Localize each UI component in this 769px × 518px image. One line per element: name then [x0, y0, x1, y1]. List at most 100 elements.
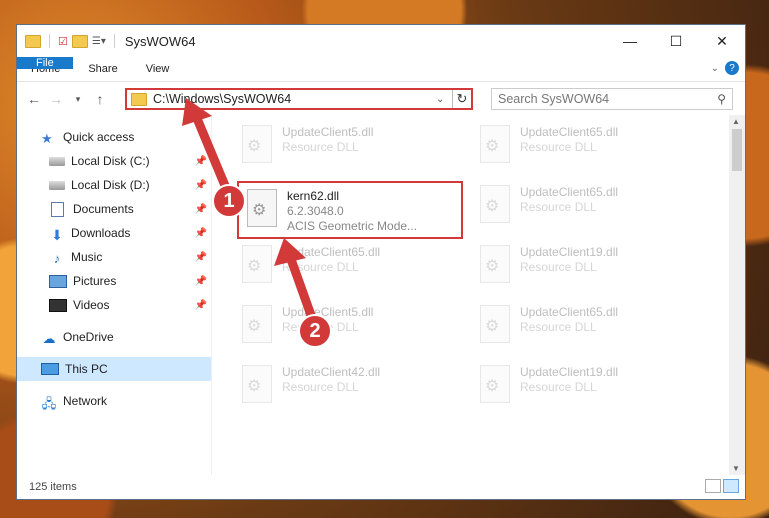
view-switcher [705, 479, 739, 493]
pin-icon[interactable]: 📌 [195, 228, 207, 239]
dll-file-icon: ⚙ [480, 185, 510, 223]
star-icon: ★ [41, 130, 53, 146]
search-icon: ⚲ [717, 92, 726, 106]
sidebar-item-label: Quick access [63, 130, 135, 144]
file-name: kern62.dll [287, 189, 340, 203]
computer-icon [41, 363, 59, 375]
sidebar-item-label: Downloads [71, 226, 131, 240]
sidebar-item-network[interactable]: 🖧 Network [17, 389, 211, 413]
customize-toolbar-icon[interactable]: ☰▾ [92, 36, 106, 47]
close-button[interactable]: ✕ [699, 25, 745, 57]
file-description: ACIS Geometric Mode... [287, 219, 418, 233]
scrollbar-thumb[interactable] [732, 129, 742, 171]
pin-icon[interactable]: 📌 [195, 204, 207, 215]
sidebar-item-label: Videos [73, 298, 110, 312]
window-title: SysWOW64 [124, 33, 196, 49]
navigation-bar: ← → ▾ ↑ C:\Windows\SysWOW64 ⌄ ↻ Search S… [17, 82, 745, 116]
pin-icon[interactable]: 📌 [195, 252, 207, 263]
download-icon: ⬇ [51, 226, 63, 243]
list-item[interactable]: ⚙ UpdateClient19.dll Resource DLL [480, 245, 618, 283]
list-item[interactable]: ⚙ UpdateClient65.dll Resource DLL [480, 305, 618, 343]
address-path[interactable]: C:\Windows\SysWOW64 [153, 92, 436, 106]
refresh-icon[interactable]: ↻ [452, 90, 471, 108]
expand-ribbon-icon[interactable]: ⌄ [711, 63, 719, 74]
dll-file-icon: ⚙ [242, 305, 272, 343]
minimize-button[interactable]: — [607, 25, 653, 57]
sidebar-item-label: Music [71, 250, 103, 264]
file-list: ⚙ UpdateClient5.dll Resource DLL ⚙ Update… [212, 115, 745, 475]
scroll-down-icon[interactable]: ▼ [732, 464, 740, 473]
sidebar-item-this-pc[interactable]: This PC [17, 357, 211, 381]
dll-file-icon: ⚙ [480, 125, 510, 163]
videos-icon [49, 298, 67, 312]
quick-access-toolbar: ☑ ☰▾ [17, 34, 119, 48]
file-version: 6.2.3048.0 [287, 204, 344, 218]
ribbon-tabs: File Home Share View ⌄ ? [17, 57, 745, 82]
list-item[interactable]: ⚙ UpdateClient19.dll Resource DLL [480, 365, 618, 403]
sidebar-item-label: Documents [73, 202, 134, 216]
properties-icon[interactable]: ☑ [58, 35, 68, 48]
title-bar: ☑ ☰▾ SysWOW64 — ☐ ✕ [17, 25, 745, 57]
vertical-scrollbar[interactable]: ▲ ▼ [729, 115, 745, 475]
pin-icon[interactable]: 📌 [195, 180, 207, 191]
list-item[interactable]: ⚙ UpdateClient65.dll Resource DLL [480, 185, 618, 223]
help-icon[interactable]: ? [725, 61, 739, 75]
folder-icon [131, 92, 147, 106]
file-name: UpdateClient5.dll [282, 305, 374, 319]
list-item[interactable]: ⚙ UpdateClient65.dll Resource DLL [242, 245, 380, 283]
dll-file-icon: ⚙ [242, 245, 272, 283]
sidebar-item-videos[interactable]: Videos 📌 [17, 293, 211, 317]
document-icon [51, 201, 64, 217]
recent-locations-icon[interactable]: ▾ [67, 94, 89, 105]
search-input[interactable]: Search SysWOW64 ⚲ [491, 88, 733, 110]
sidebar-item-quick-access[interactable]: ★ Quick access [17, 125, 211, 149]
list-item[interactable]: ⚙ UpdateClient42.dll Resource DLL [242, 365, 380, 403]
search-placeholder: Search SysWOW64 [498, 92, 610, 106]
up-icon[interactable]: ↑ [89, 91, 111, 107]
new-folder-icon[interactable] [71, 34, 88, 48]
large-icons-view-icon[interactable] [723, 479, 739, 493]
sidebar-item-label: Local Disk (C:) [71, 154, 150, 168]
drive-icon [49, 180, 65, 190]
drive-icon [49, 156, 65, 166]
sidebar-item-local-disk-d[interactable]: Local Disk (D:) 📌 [17, 173, 211, 197]
pin-icon[interactable]: 📌 [195, 300, 207, 311]
status-bar: 125 items [17, 475, 745, 499]
address-bar[interactable]: C:\Windows\SysWOW64 ⌄ ↻ [125, 88, 473, 110]
sidebar-item-local-disk-c[interactable]: Local Disk (C:) 📌 [17, 149, 211, 173]
sidebar-item-label: OneDrive [63, 330, 114, 344]
scroll-up-icon[interactable]: ▲ [732, 117, 740, 126]
divider [49, 34, 50, 48]
list-item[interactable]: ⚙ UpdateClient65.dll Resource DLL [480, 125, 618, 163]
file-name: UpdateClient65.dll [520, 185, 619, 199]
maximize-button[interactable]: ☐ [653, 25, 699, 57]
tab-view[interactable]: View [132, 57, 184, 81]
file-name: UpdateClient19.dll [520, 245, 619, 259]
dll-file-icon: ⚙ [242, 125, 272, 163]
file-name: UpdateClient65.dll [520, 125, 619, 139]
tab-share[interactable]: Share [74, 57, 131, 81]
sidebar-item-label: Network [63, 394, 108, 408]
sidebar-item-pictures[interactable]: Pictures 📌 [17, 269, 211, 293]
selected-file[interactable]: ⚙ kern62.dll 6.2.3048.0 ACIS Geometric M… [247, 189, 417, 234]
chevron-down-icon[interactable]: ⌄ [436, 94, 452, 105]
sidebar-item-downloads[interactable]: ⬇ Downloads 📌 [17, 221, 211, 245]
details-view-icon[interactable] [705, 479, 721, 493]
ribbon-right: ⌄ ? [711, 61, 739, 75]
file-type: Resource DLL [520, 140, 597, 154]
pin-icon[interactable]: 📌 [195, 156, 207, 167]
file-type: Resource DLL [282, 140, 359, 154]
sidebar-item-documents[interactable]: Documents 📌 [17, 197, 211, 221]
dll-file-icon: ⚙ [480, 245, 510, 283]
list-item[interactable]: ⚙ UpdateClient5.dllResource DLL [242, 125, 373, 163]
back-icon[interactable]: ← [23, 91, 45, 107]
tab-file[interactable]: File [17, 57, 73, 69]
cloud-icon: ☁ [42, 330, 56, 346]
sidebar-item-music[interactable]: ♪ Music 📌 [17, 245, 211, 269]
selected-file-highlight[interactable]: ⚙ kern62.dll 6.2.3048.0 ACIS Geometric M… [237, 181, 463, 239]
pin-icon[interactable]: 📌 [195, 276, 207, 287]
step-2-badge: 2 [298, 314, 332, 348]
pictures-icon [49, 274, 67, 288]
forward-icon[interactable]: → [45, 91, 67, 107]
sidebar-item-onedrive[interactable]: ☁ OneDrive [17, 325, 211, 349]
